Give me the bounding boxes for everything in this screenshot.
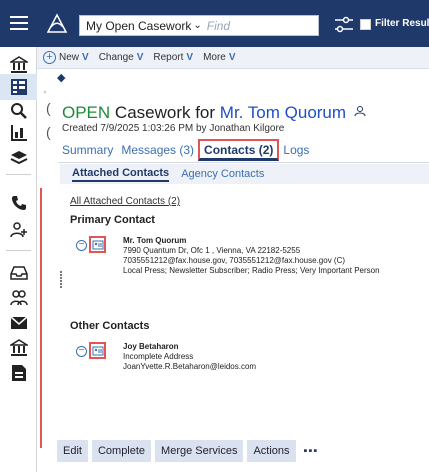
plus-icon: + [43, 51, 56, 64]
casework-search-bar[interactable]: My Open Casework ⌄ Find [79, 15, 319, 36]
resize-grip[interactable] [60, 270, 66, 292]
rail-divider [6, 250, 31, 251]
expand-arrows-icon[interactable]: ◆ [57, 71, 65, 84]
filter-sliders-icon[interactable] [334, 16, 354, 34]
top-bar: My Open Casework ⌄ Find Filter Result [37, 0, 429, 47]
contact-address: 7990 Quantum Dr, Ofc 1 , Vienna, VA 2218… [123, 246, 301, 255]
subtab-attached-contacts[interactable]: Attached Contacts [72, 167, 170, 182]
grid-icon[interactable] [0, 74, 37, 100]
chart-icon[interactable] [0, 120, 37, 146]
find-input[interactable]: Find [207, 19, 230, 33]
contact-subtabs: Attached Contacts Agency Contacts [60, 164, 429, 184]
created-info: Created 7/9/2025 1:03:26 PM by Jonathan … [62, 123, 285, 134]
casework-view-selector[interactable]: My Open Casework [86, 19, 191, 33]
cut-off-text: ( [46, 124, 51, 140]
chevron-down-icon: V [82, 52, 89, 63]
chevron-down-icon[interactable]: ⌄ [193, 20, 201, 31]
contact-name[interactable]: Joy Betaharon [123, 342, 256, 352]
add-person-icon[interactable] [0, 217, 37, 243]
tabs-divider [58, 162, 429, 163]
chevron-down-icon: V [228, 52, 236, 63]
status-label: OPEN [62, 103, 111, 122]
inbox-icon[interactable] [0, 260, 37, 286]
contact-address: Incomplete Address [123, 352, 194, 361]
tab-messages[interactable]: Messages (3) [117, 139, 198, 161]
layers-icon[interactable] [0, 145, 37, 171]
app-logo-icon[interactable] [45, 12, 69, 36]
remove-contact-icon[interactable]: − [76, 240, 87, 251]
new-menu-label: New [59, 52, 80, 63]
mail-icon[interactable] [0, 310, 37, 336]
people-icon[interactable] [0, 285, 37, 311]
primary-contact-details: Mr. Tom Quorum 7990 Quantum Dr, Ofc 1 , … [123, 236, 380, 276]
bank-icon[interactable] [0, 335, 37, 361]
all-attached-contacts-link[interactable]: All Attached Contacts (2) [70, 196, 180, 207]
casework-tabs: Summary Messages (3) Contacts (2) Logs [58, 139, 313, 161]
chevron-down-icon: V [136, 52, 144, 63]
person-icon[interactable] [354, 105, 366, 117]
more-options-button[interactable]: ▪▪▪ [304, 445, 319, 457]
menu-icon[interactable] [0, 10, 37, 36]
contact-name[interactable]: Mr. Tom Quorum [123, 236, 380, 246]
constituent-link[interactable]: Mr. Tom Quorum [220, 103, 346, 122]
chevron-down-icon: V [186, 52, 194, 63]
highlight-marker [40, 188, 42, 448]
remove-contact-icon[interactable]: − [76, 346, 87, 357]
phone-icon[interactable] [0, 190, 37, 216]
filter-results-label[interactable]: Filter Result [375, 18, 429, 29]
filter-results-checkbox[interactable] [360, 19, 371, 30]
edit-button[interactable]: Edit [57, 440, 88, 462]
complete-button[interactable]: Complete [91, 440, 152, 462]
bottom-action-bar: Edit Complete Merge Services Actions ▪▪▪ [57, 440, 318, 462]
new-menu[interactable]: + New V [43, 51, 89, 64]
more-menu[interactable]: More V [203, 52, 235, 63]
change-menu-label: Change [98, 52, 134, 63]
contact-tags: Local Press; Newsletter Subscriber; Radi… [123, 266, 380, 275]
document-icon[interactable] [0, 360, 37, 386]
action-toolbar: + New V Change V Report V More V [37, 47, 429, 69]
contact-fax: 7035551212@fax.house.gov, 7035551212@fax… [123, 256, 346, 265]
primary-contact-heading: Primary Contact [70, 214, 155, 226]
rail-divider [6, 174, 31, 175]
tab-summary[interactable]: Summary [58, 139, 117, 161]
other-contact-details: Joy Betaharon Incomplete Address JoanYve… [123, 342, 256, 372]
contact-card-icon[interactable] [89, 236, 106, 253]
more-menu-label: More [203, 52, 226, 63]
tab-contacts[interactable]: Contacts (2) [198, 139, 280, 161]
page-title: OPEN Casework for Mr. Tom Quorum [62, 103, 366, 123]
subtab-agency-contacts[interactable]: Agency Contacts [181, 168, 264, 180]
left-nav-rail [0, 0, 37, 472]
report-menu[interactable]: Report V [153, 52, 193, 63]
actions-button[interactable]: Actions [247, 440, 296, 462]
contact-card-icon[interactable] [89, 342, 106, 359]
title-text: Casework for [110, 103, 220, 122]
other-contacts-heading: Other Contacts [70, 320, 150, 332]
merge-services-button[interactable]: Merge Services [155, 440, 244, 462]
report-menu-label: Report [153, 52, 184, 63]
contact-email: JoanYvette.R.Betaharon@leidos.com [123, 362, 257, 371]
change-menu[interactable]: Change V [99, 52, 144, 63]
tab-logs[interactable]: Logs [279, 139, 313, 161]
cut-off-text: ( [46, 100, 51, 116]
